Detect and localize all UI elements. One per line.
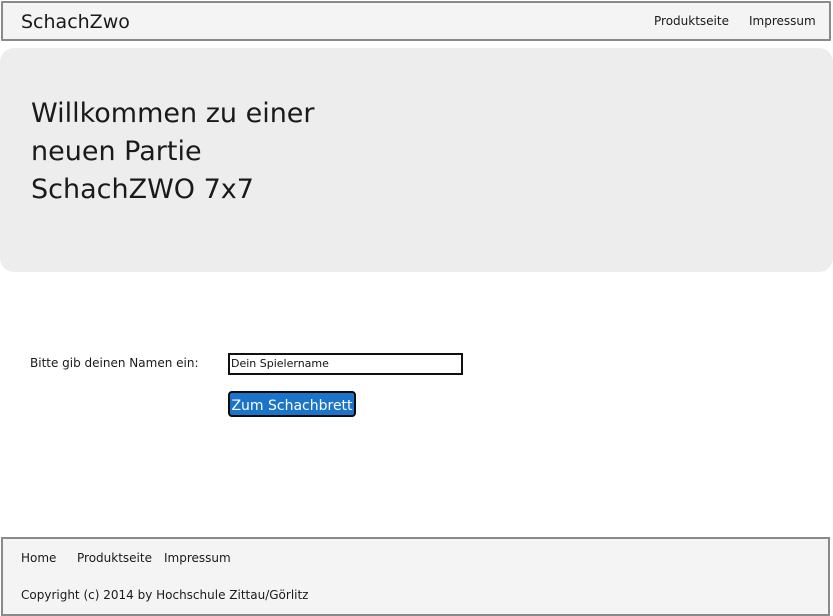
footer: Home Produktseite Impressum Copyright (c… xyxy=(1,537,830,616)
to-chessboard-button[interactable]: Zum Schachbrett xyxy=(228,391,356,417)
nav-link-produktseite[interactable]: Produktseite xyxy=(654,14,729,28)
page: SchachZwo Produktseite Impressum Willkom… xyxy=(0,0,833,616)
player-name-input[interactable]: Dein Spielername xyxy=(228,353,463,375)
top-navbar: SchachZwo Produktseite Impressum xyxy=(1,1,831,41)
hero-title: Willkommen zu einer neuen Partie SchachZ… xyxy=(31,98,315,205)
footer-link-home[interactable]: Home xyxy=(21,551,56,565)
nav-link-impressum[interactable]: Impressum xyxy=(749,14,816,28)
footer-link-produktseite[interactable]: Produktseite xyxy=(77,551,152,565)
footer-link-impressum[interactable]: Impressum xyxy=(164,551,231,565)
name-field-label: Bitte gib deinen Namen ein: xyxy=(30,356,199,370)
brand-logo-link[interactable]: SchachZwo xyxy=(21,11,130,33)
copyright-text: Copyright (c) 2014 by Hochschule Zittau/… xyxy=(21,588,309,602)
